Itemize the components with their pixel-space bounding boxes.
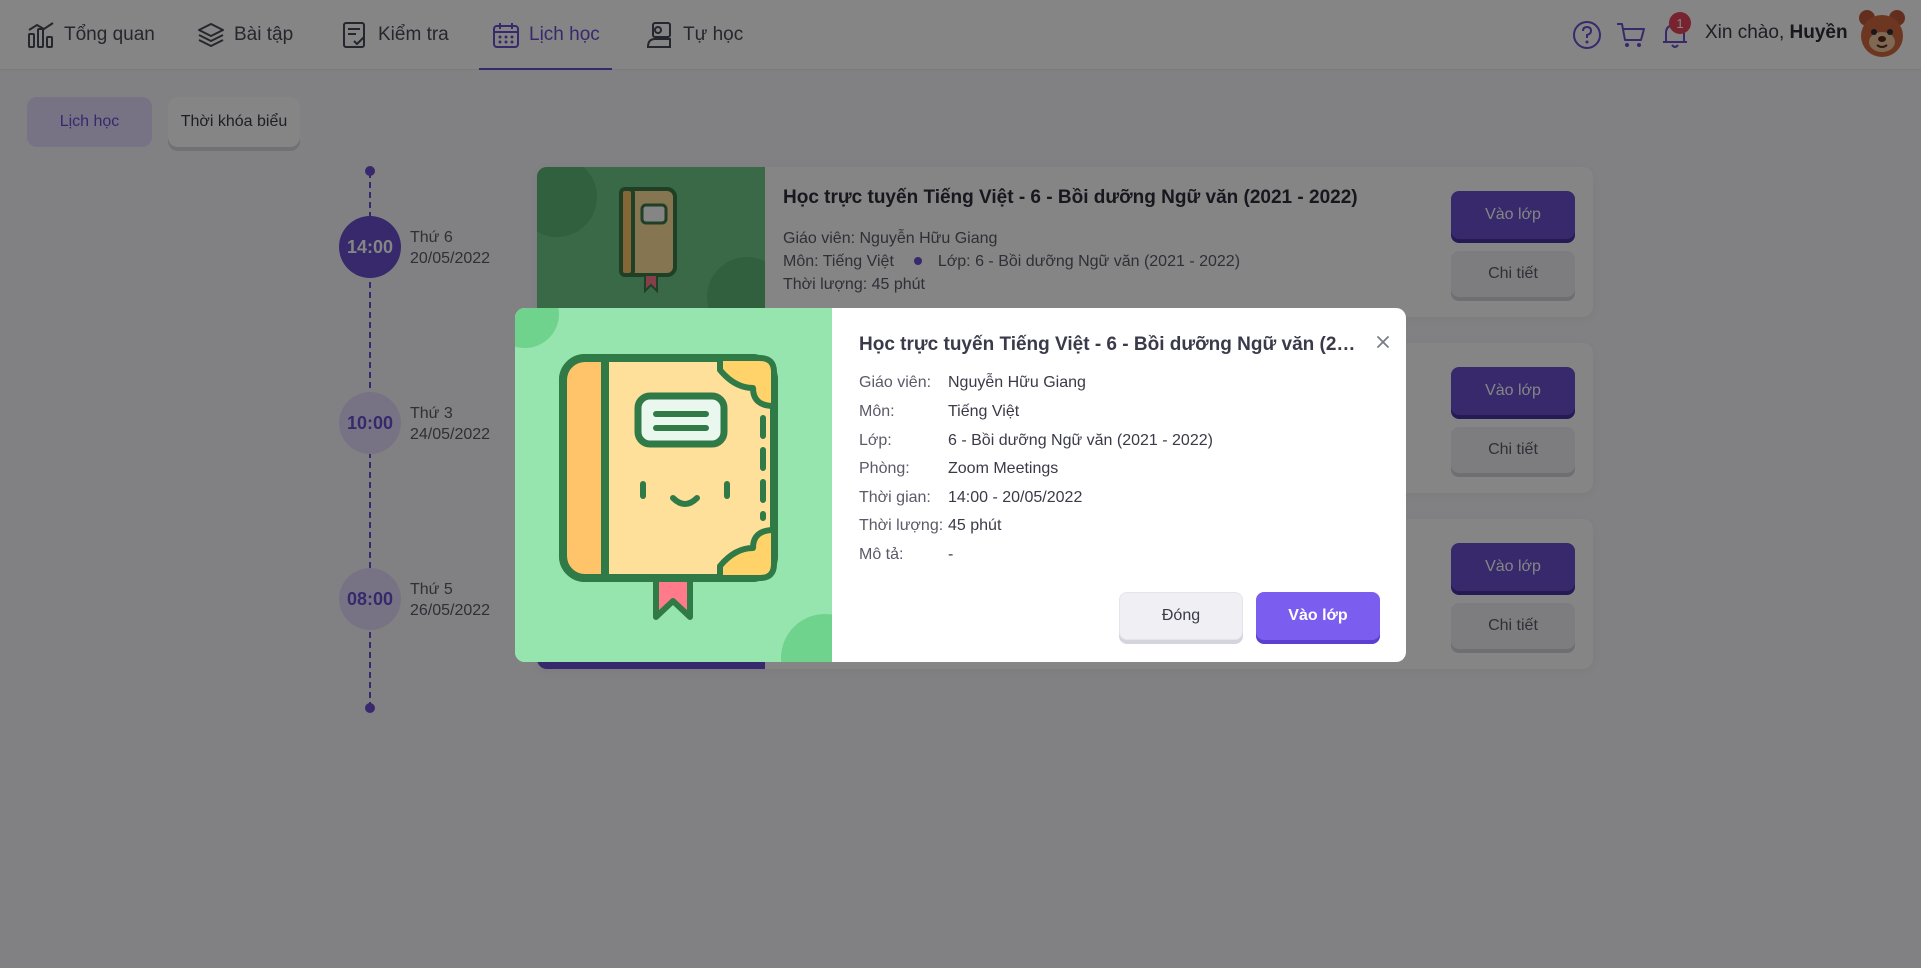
info-value: Nguyễn Hữu Giang xyxy=(948,374,1086,391)
info-value: 45 phút xyxy=(948,517,1002,534)
close-button[interactable]: Đóng xyxy=(1119,592,1243,640)
info-value: 14:00 - 20/05/2022 xyxy=(948,489,1083,506)
info-value: Tiếng Việt xyxy=(948,403,1020,420)
info-label: Môn: xyxy=(859,403,895,420)
info-label: Thời gian: xyxy=(859,489,931,506)
info-label: Giáo viên: xyxy=(859,374,932,391)
lesson-detail-modal: Học trực tuyến Tiếng Việt - 6 - Bồi dưỡn… xyxy=(515,308,1406,662)
info-value: 6 - Bồi dưỡng Ngữ văn (2021 - 2022) xyxy=(948,432,1213,449)
info-value: Zoom Meetings xyxy=(948,460,1059,477)
book-illustration xyxy=(515,308,832,662)
info-value: - xyxy=(948,546,954,563)
modal-title: Học trực tuyến Tiếng Việt - 6 - Bồi dưỡn… xyxy=(859,334,1359,355)
info-label: Phòng: xyxy=(859,460,910,477)
close-icon[interactable] xyxy=(1373,332,1393,352)
info-label: Mô tả: xyxy=(859,546,904,563)
info-label: Thời lượng: xyxy=(859,517,944,534)
info-label: Lớp: xyxy=(859,432,892,449)
join-class-button[interactable]: Vào lớp xyxy=(1256,592,1380,640)
